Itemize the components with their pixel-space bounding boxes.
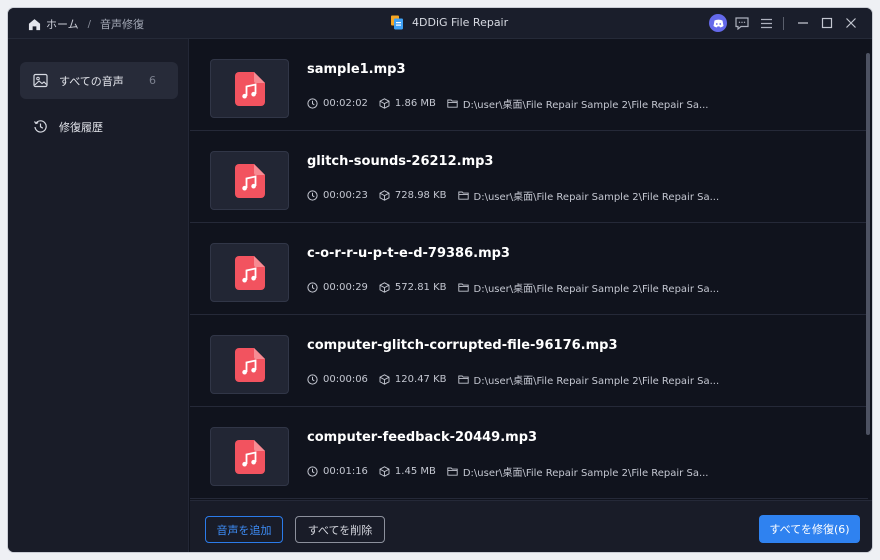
file-name: sample1.mp3 (307, 62, 406, 77)
audio-file-icon (234, 71, 265, 106)
scrollbar-thumb[interactable] (866, 53, 870, 435)
app-window: ホーム / 音声修復 4DDiG File Repair すべての音声 6 修復… (8, 8, 872, 552)
file-meta: 00:00:29 572.81 KB D:\user\桌面\File Repai… (307, 280, 719, 295)
sidebar: すべての音声 6 修復履歴 (8, 39, 189, 552)
breadcrumb: ホーム / 音声修復 (28, 16, 144, 32)
audio-file-icon (234, 163, 265, 198)
sidebar-item-label: 修復履歴 (59, 120, 103, 134)
home-icon[interactable] (28, 18, 41, 31)
breadcrumb-separator: / (87, 18, 92, 30)
file-row[interactable]: glitch-sounds-26212.mp3 00:00:23 728.98 … (190, 131, 868, 223)
folder-icon (447, 467, 458, 476)
file-name: computer-feedback-20449.mp3 (307, 430, 538, 445)
history-icon (34, 120, 47, 133)
file-row[interactable]: c-o-r-r-u-p-t-e-d-79386.mp3 00:00:29 572… (190, 223, 868, 315)
file-size: 728.98 KB (394, 190, 447, 201)
file-path: D:\user\桌面\File Repair Sample 2\File Rep… (473, 284, 720, 295)
file-size: 120.47 KB (394, 374, 447, 385)
titlebar: ホーム / 音声修復 4DDiG File Repair (8, 8, 872, 39)
file-path: D:\user\桌面\File Repair Sample 2\File Rep… (473, 192, 720, 203)
app-logo (391, 15, 403, 30)
file-row[interactable]: sample1.mp3 00:02:02 1.86 MB D:\user\桌面\… (190, 39, 868, 131)
file-size: 1.45 MB (394, 466, 436, 477)
file-meta: 00:00:23 728.98 KB D:\user\桌面\File Repai… (307, 188, 719, 203)
file-thumbnail (210, 243, 289, 302)
file-thumbnail (210, 59, 289, 118)
file-path: D:\user\桌面\File Repair Sample 2\File Rep… (473, 376, 720, 387)
file-thumbnail (210, 335, 289, 394)
feedback-icon[interactable] (733, 14, 751, 32)
sidebar-item-count: 6 (149, 74, 156, 87)
add-audio-button[interactable]: 音声を追加 (205, 516, 283, 543)
app-title: 4DDiG File Repair (390, 15, 508, 30)
file-duration: 00:00:23 (323, 190, 368, 201)
size-cube-icon (379, 466, 390, 477)
window-controls (703, 14, 860, 32)
discord-button[interactable] (709, 14, 727, 32)
clock-icon (307, 98, 318, 109)
breadcrumb-home[interactable]: ホーム (46, 16, 79, 32)
folder-icon (457, 191, 469, 200)
clock-icon (307, 374, 318, 385)
file-meta: 00:00:06 120.47 KB D:\user\桌面\File Repai… (307, 372, 719, 387)
audio-file-icon (234, 347, 265, 382)
file-row[interactable]: computer-feedback-20449.mp3 00:01:16 1.4… (190, 407, 868, 499)
breadcrumb-current: 音声修復 (100, 18, 145, 31)
file-meta: 00:02:02 1.86 MB D:\user\桌面\File Repair … (307, 96, 708, 111)
file-thumbnail (210, 151, 289, 210)
size-cube-icon (379, 374, 390, 385)
file-duration: 00:01:16 (323, 466, 368, 477)
app-title-text: 4DDiG File Repair (412, 16, 509, 29)
discord-icon (709, 14, 727, 32)
folder-icon (447, 99, 458, 108)
clock-icon (307, 282, 318, 293)
file-duration: 00:00:29 (323, 282, 368, 293)
size-cube-icon (379, 98, 390, 109)
file-size: 572.81 KB (394, 282, 447, 293)
file-path: D:\user\桌面\File Repair Sample 2\File Rep… (462, 100, 709, 111)
close-icon[interactable] (842, 14, 860, 32)
size-cube-icon (379, 190, 390, 201)
file-list: sample1.mp3 00:02:02 1.86 MB D:\user\桌面\… (190, 39, 872, 500)
file-path: D:\user\桌面\File Repair Sample 2\File Rep… (462, 468, 709, 479)
file-name: computer-glitch-corrupted-file-96176.mp3 (307, 338, 618, 353)
folder-icon (457, 283, 469, 292)
menu-icon[interactable] (757, 14, 775, 32)
size-cube-icon (379, 282, 390, 293)
folder-icon (457, 375, 469, 384)
sidebar-item-label: すべての音声 (59, 74, 124, 88)
sidebar-item-history[interactable]: 修復履歴 (20, 108, 178, 145)
file-name: c-o-r-r-u-p-t-e-d-79386.mp3 (307, 246, 510, 261)
file-meta: 00:01:16 1.45 MB D:\user\桌面\File Repair … (307, 464, 708, 479)
clock-icon (307, 466, 318, 477)
file-thumbnail (210, 427, 289, 486)
footer-toolbar: 音声を追加 すべてを削除 すべてを修復(6) (190, 500, 872, 552)
file-name: glitch-sounds-26212.mp3 (307, 154, 494, 169)
file-row[interactable]: computer-glitch-corrupted-file-96176.mp3… (190, 315, 868, 407)
controls-divider (783, 16, 784, 30)
audio-file-icon (234, 439, 265, 474)
file-size: 1.86 MB (394, 98, 436, 109)
repair-all-button[interactable]: すべてを修復(6) (759, 515, 860, 543)
image-icon (33, 73, 48, 88)
file-duration: 00:00:06 (323, 374, 368, 385)
maximize-icon[interactable] (818, 14, 836, 32)
minimize-icon[interactable] (794, 14, 812, 32)
delete-all-button[interactable]: すべてを削除 (295, 516, 385, 543)
sidebar-item-all-audio[interactable]: すべての音声 6 (20, 62, 178, 99)
audio-file-icon (234, 255, 265, 290)
clock-icon (307, 190, 318, 201)
file-duration: 00:02:02 (323, 98, 368, 109)
